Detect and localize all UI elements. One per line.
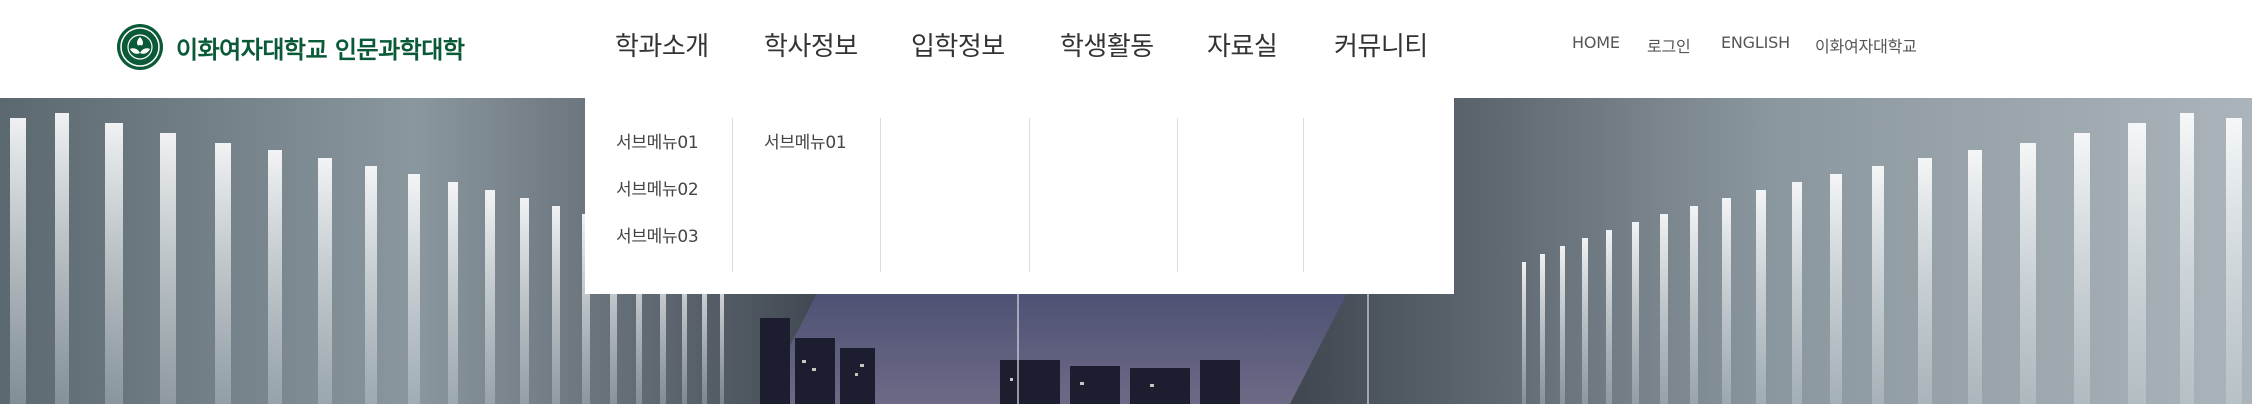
column-divider <box>1177 118 1178 272</box>
gnb-item-community[interactable]: 커뮤니티 <box>1334 26 1428 63</box>
submenu-link[interactable]: 서브메뉴01 <box>616 128 699 153</box>
column-divider <box>732 118 733 272</box>
gnb-item-department[interactable]: 학과소개 <box>615 26 709 63</box>
mega-menu-dropdown: 서브메뉴01 서브메뉴02 서브메뉴03 서브메뉴01 <box>585 98 1454 294</box>
gnb-item-academic[interactable]: 학사정보 <box>764 26 858 63</box>
logo-title: 이화여자대학교 인문과학대학 <box>176 35 465 64</box>
util-link-login[interactable]: 로그인 <box>1647 33 1691 57</box>
util-link-home[interactable]: HOME <box>1572 33 1620 52</box>
util-link-english[interactable]: ENGLISH <box>1721 33 1790 52</box>
column-divider <box>1303 118 1304 272</box>
column-divider <box>880 118 881 272</box>
gnb-item-admission[interactable]: 입학정보 <box>911 26 1005 63</box>
university-emblem-icon <box>117 24 163 70</box>
gnb-item-student-activities[interactable]: 학생활동 <box>1060 26 1154 63</box>
submenu-link[interactable]: 서브메뉴01 <box>764 128 847 153</box>
site-header: 이화여자대학교 인문과학대학 학과소개 학사정보 입학정보 학생활동 자료실 커… <box>0 0 2252 98</box>
submenu-link[interactable]: 서브메뉴03 <box>616 222 699 247</box>
column-divider <box>1029 118 1030 272</box>
util-link-ewha-university[interactable]: 이화여자대학교 <box>1815 33 1917 57</box>
site-logo[interactable]: 이화여자대학교 인문과학대학 <box>116 22 465 72</box>
gnb-item-archive[interactable]: 자료실 <box>1207 26 1278 63</box>
submenu-link[interactable]: 서브메뉴02 <box>616 175 699 200</box>
